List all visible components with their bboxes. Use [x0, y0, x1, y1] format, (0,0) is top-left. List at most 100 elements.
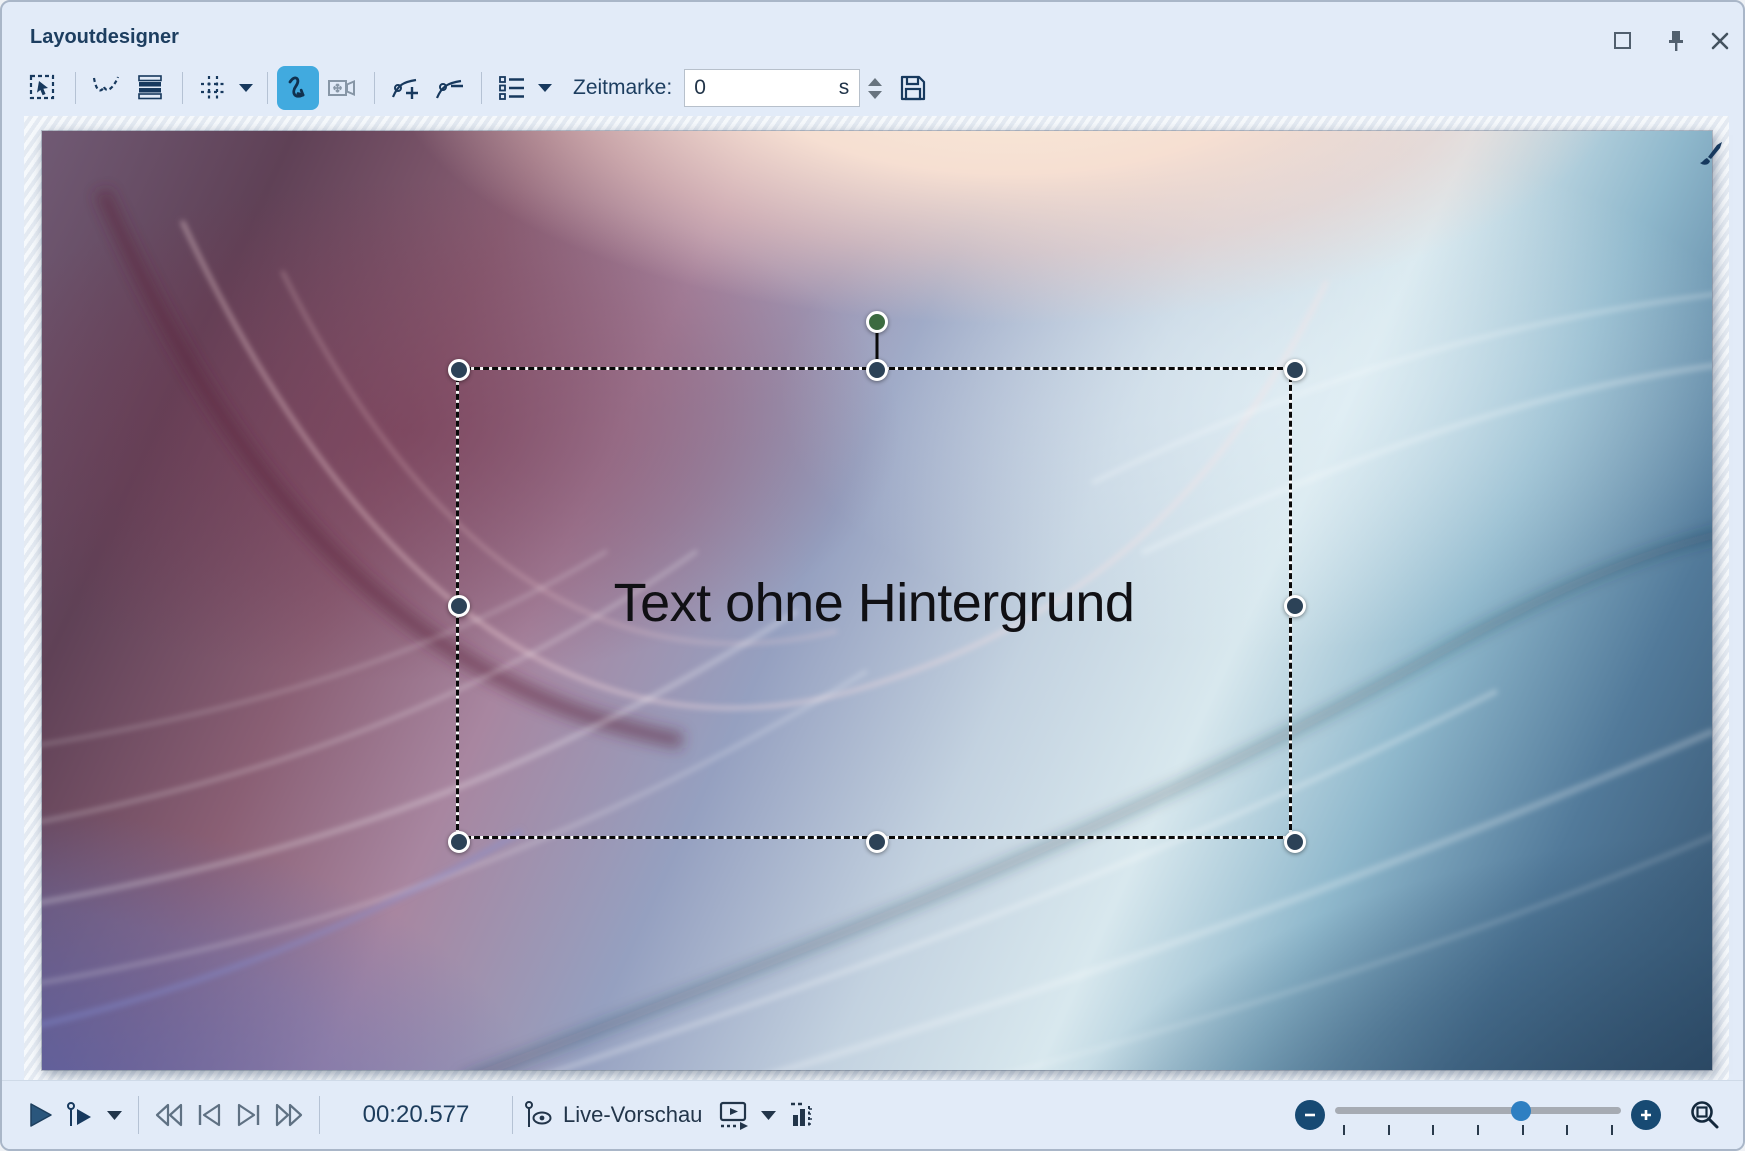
rotate-handle[interactable]	[866, 311, 888, 333]
dropdown-icon	[760, 1110, 777, 1121]
brush-icon	[1698, 139, 1724, 169]
zoom-out-icon	[1303, 1108, 1317, 1122]
toolbar-separator	[182, 72, 183, 104]
camera-pan-icon	[326, 73, 358, 103]
stack-order-tool-button[interactable]	[129, 66, 171, 110]
zeitmarke-unit: s	[839, 76, 850, 100]
slide-canvas[interactable]: Text ohne Hintergrund	[42, 131, 1712, 1070]
object-list-icon	[496, 73, 528, 103]
motion-path-tool-button[interactable]	[85, 66, 127, 110]
skip-forward-icon	[272, 1101, 306, 1129]
playbar-separator	[138, 1096, 139, 1134]
zoom-out-button[interactable]	[1295, 1100, 1325, 1130]
skip-back-button[interactable]	[149, 1093, 189, 1137]
zoom-in-icon	[1639, 1108, 1653, 1122]
selected-text-element[interactable]: Text ohne Hintergrund	[456, 367, 1292, 839]
zoom-fit-button[interactable]	[1685, 1093, 1725, 1137]
select-tool-button[interactable]	[22, 66, 64, 110]
dropdown-icon	[238, 83, 254, 93]
toolbar: Zeitmarke: s	[2, 60, 1743, 116]
step-back-button[interactable]	[189, 1093, 229, 1137]
save-layout-button[interactable]	[892, 66, 934, 110]
layoutdesigner-window: Layoutdesigner	[0, 0, 1745, 1151]
stack-order-icon	[135, 73, 165, 103]
video-preview-icon	[717, 1100, 751, 1130]
step-forward-button[interactable]	[229, 1093, 269, 1137]
close-icon	[1710, 31, 1730, 51]
grid-icon	[198, 73, 228, 103]
spinner-up-icon	[868, 78, 882, 86]
zoom-slider-ticks	[1343, 1125, 1613, 1135]
playback-bar: 00:20.577 Live-Vorschau	[2, 1080, 1743, 1149]
statistics-button[interactable]	[782, 1093, 822, 1137]
maximize-button[interactable]	[1608, 28, 1638, 54]
current-time: 00:20.577	[356, 1101, 476, 1129]
playbar-separator	[512, 1096, 513, 1134]
window-title: Layoutdesigner	[30, 26, 179, 49]
zoom-slider-thumb[interactable]	[1511, 1101, 1531, 1121]
dropdown-icon	[106, 1110, 123, 1121]
play-button[interactable]	[20, 1093, 60, 1137]
live-preview-marker-button[interactable]	[523, 1093, 555, 1137]
grid-dropdown-button[interactable]	[238, 83, 254, 93]
resize-handle-top-center[interactable]	[866, 359, 888, 381]
object-list-dropdown-button[interactable]	[537, 83, 553, 93]
zoom-slider-track[interactable]	[1335, 1107, 1621, 1114]
step-forward-icon	[234, 1101, 264, 1129]
dropdown-icon	[537, 83, 553, 93]
add-curve-point-button[interactable]	[384, 66, 426, 110]
resize-handle-bottom-right[interactable]	[1284, 831, 1306, 853]
spinner-down-icon	[868, 91, 882, 99]
select-tool-icon	[28, 73, 58, 103]
maximize-icon	[1613, 31, 1633, 51]
zeitmarke-spinner[interactable]	[868, 78, 882, 99]
video-preview-dropdown[interactable]	[754, 1093, 782, 1137]
toolbar-separator	[374, 72, 375, 104]
zeitmarke-input[interactable]	[685, 76, 805, 100]
titlebar: Layoutdesigner	[2, 2, 1743, 60]
statistics-icon	[788, 1100, 816, 1130]
pin-button[interactable]	[1661, 28, 1691, 54]
resize-handle-top-left[interactable]	[448, 359, 470, 381]
live-preview-marker-icon	[524, 1100, 554, 1130]
curve-tool-icon	[283, 73, 313, 103]
remove-curve-point-icon	[433, 73, 465, 103]
brush-corner-button[interactable]	[1698, 139, 1724, 174]
live-preview-label: Live-Vorschau	[563, 1102, 702, 1128]
zeitmarke-label: Zeitmarke:	[573, 76, 672, 100]
play-icon	[26, 1101, 54, 1129]
play-from-marker-button[interactable]	[60, 1093, 100, 1137]
playbar-separator	[319, 1096, 320, 1134]
resize-handle-bottom-center[interactable]	[866, 831, 888, 853]
camera-pan-tool-button[interactable]	[321, 66, 363, 110]
resize-handle-middle-left[interactable]	[448, 595, 470, 617]
work-area: Text ohne Hintergrund	[24, 116, 1729, 1080]
save-icon	[898, 73, 928, 103]
close-button[interactable]	[1705, 28, 1735, 54]
play-options-dropdown[interactable]	[100, 1093, 128, 1137]
toolbar-separator	[75, 72, 76, 104]
video-preview-button[interactable]	[714, 1093, 754, 1137]
curve-tool-button[interactable]	[277, 66, 319, 110]
object-list-button[interactable]	[491, 66, 533, 110]
text-element-content[interactable]: Text ohne Hintergrund	[459, 370, 1289, 836]
zoom-in-button[interactable]	[1631, 1100, 1661, 1130]
zoom-slider[interactable]	[1335, 1095, 1621, 1135]
play-from-marker-icon	[65, 1101, 95, 1129]
skip-back-icon	[152, 1101, 186, 1129]
motion-path-icon	[90, 73, 122, 103]
zoom-controls	[1295, 1093, 1725, 1137]
resize-handle-bottom-left[interactable]	[448, 831, 470, 853]
remove-curve-point-button[interactable]	[428, 66, 470, 110]
toolbar-separator	[267, 72, 268, 104]
pin-icon	[1666, 30, 1686, 52]
zoom-fit-icon	[1689, 1099, 1721, 1131]
step-back-icon	[194, 1101, 224, 1129]
toolbar-separator	[481, 72, 482, 104]
zeitmarke-field: s	[684, 69, 860, 107]
skip-forward-button[interactable]	[269, 1093, 309, 1137]
grid-tool-button[interactable]	[192, 66, 234, 110]
resize-handle-top-right[interactable]	[1284, 359, 1306, 381]
add-curve-point-icon	[389, 73, 421, 103]
resize-handle-middle-right[interactable]	[1284, 595, 1306, 617]
